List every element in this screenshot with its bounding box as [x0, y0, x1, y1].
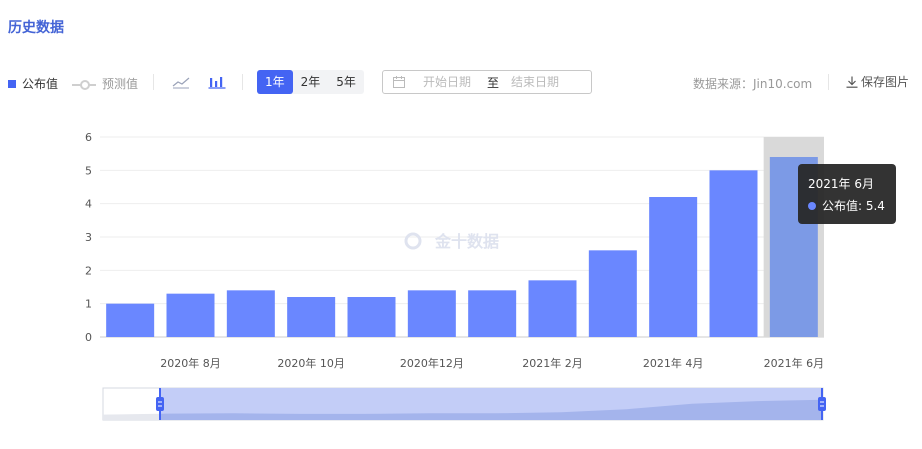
bar-chart-toggle[interactable]: [207, 72, 227, 92]
y-tick-label: 1: [85, 298, 92, 311]
bar[interactable]: [528, 280, 577, 337]
y-tick-label: 5: [85, 164, 92, 177]
start-date-input[interactable]: [423, 75, 495, 89]
watermark: 金十数据: [404, 232, 499, 251]
date-range-separator: 至: [487, 75, 500, 90]
y-tick-label: 3: [85, 231, 92, 244]
line-chart-icon: [172, 77, 190, 89]
x-axis: 2020年 8月 2020年 10月 2020年12月 2021年 2月 2021年 4…: [160, 356, 824, 370]
legend-line-icon: [72, 79, 96, 90]
y-axis: 0 1 2 3 4 5 6: [85, 131, 92, 344]
save-image-button[interactable]: 保存图片: [846, 73, 909, 90]
save-image-label: 保存图片: [861, 75, 910, 89]
watermark-logo-icon: [404, 232, 422, 250]
bar[interactable]: [106, 303, 155, 337]
bar[interactable]: [287, 297, 336, 337]
x-tick-label: 2021年 2月: [522, 356, 583, 370]
bar[interactable]: [347, 297, 396, 337]
bar[interactable]: [407, 290, 456, 337]
line-chart-toggle[interactable]: [171, 72, 191, 92]
x-tick-label: 2020年 8月: [160, 356, 221, 370]
bar[interactable]: [166, 293, 215, 337]
bar[interactable]: [588, 250, 637, 337]
tooltip-row: 公布值: 5.4: [808, 197, 885, 214]
toolbar-divider: [828, 74, 829, 90]
y-tick-label: 2: [85, 264, 92, 277]
range-5y-button[interactable]: 5年: [328, 70, 364, 94]
x-tick-label: 2021年 6月: [764, 356, 825, 370]
legend-actual-label: 公布值: [22, 77, 59, 91]
date-range-picker[interactable]: 至: [382, 70, 592, 94]
legend-square-icon: [8, 79, 16, 88]
bar-chart: 0 1 2 3 4 5 6 2020年 8月 2020年 10月 2020年12月 2021年 2…: [85, 131, 824, 370]
legend-forecast[interactable]: 预测值: [72, 75, 138, 92]
x-tick-label: 2020年 10月: [277, 356, 345, 370]
chart-tooltip: 2021年 6月 公布值: 5.4: [798, 164, 896, 224]
page-title: 历史数据: [8, 20, 64, 36]
bar[interactable]: [649, 197, 698, 337]
tooltip-dot-icon: [808, 201, 816, 210]
tooltip-title: 2021年 6月: [808, 177, 874, 191]
slider-right-handle[interactable]: [818, 397, 826, 411]
calendar-icon: [393, 76, 405, 88]
legend-actual[interactable]: 公布值: [8, 75, 58, 92]
y-tick-label: 4: [85, 198, 92, 211]
x-tick-label: 2020年12月: [400, 356, 464, 370]
toolbar-divider: [153, 74, 154, 90]
range-2y-button[interactable]: 2年: [293, 70, 329, 94]
y-tick-label: 6: [85, 131, 92, 144]
bar[interactable]: [226, 290, 275, 337]
watermark-text: 金十数据: [434, 232, 499, 251]
range-slider[interactable]: [0, 385, 922, 425]
data-source: 数据来源：Jin10.com: [693, 77, 813, 91]
tooltip-value: 公布值: 5.4: [822, 199, 885, 213]
bar[interactable]: [468, 290, 517, 337]
y-tick-label: 0: [85, 331, 92, 344]
toolbar-divider: [242, 74, 243, 90]
bar[interactable]: [709, 170, 758, 337]
range-1y-button[interactable]: 1年: [257, 70, 293, 94]
slider-left-handle[interactable]: [156, 397, 164, 411]
end-date-input[interactable]: [511, 75, 584, 89]
toolbar: 公布值 预测值 1年 2年 5年 至: [0, 70, 922, 94]
range-selector: 1年 2年 5年: [257, 70, 364, 94]
x-tick-label: 2021年 4月: [643, 356, 704, 370]
download-icon: [846, 76, 858, 88]
bar-chart-icon: [208, 77, 226, 89]
legend-forecast-label: 预测值: [102, 77, 139, 91]
